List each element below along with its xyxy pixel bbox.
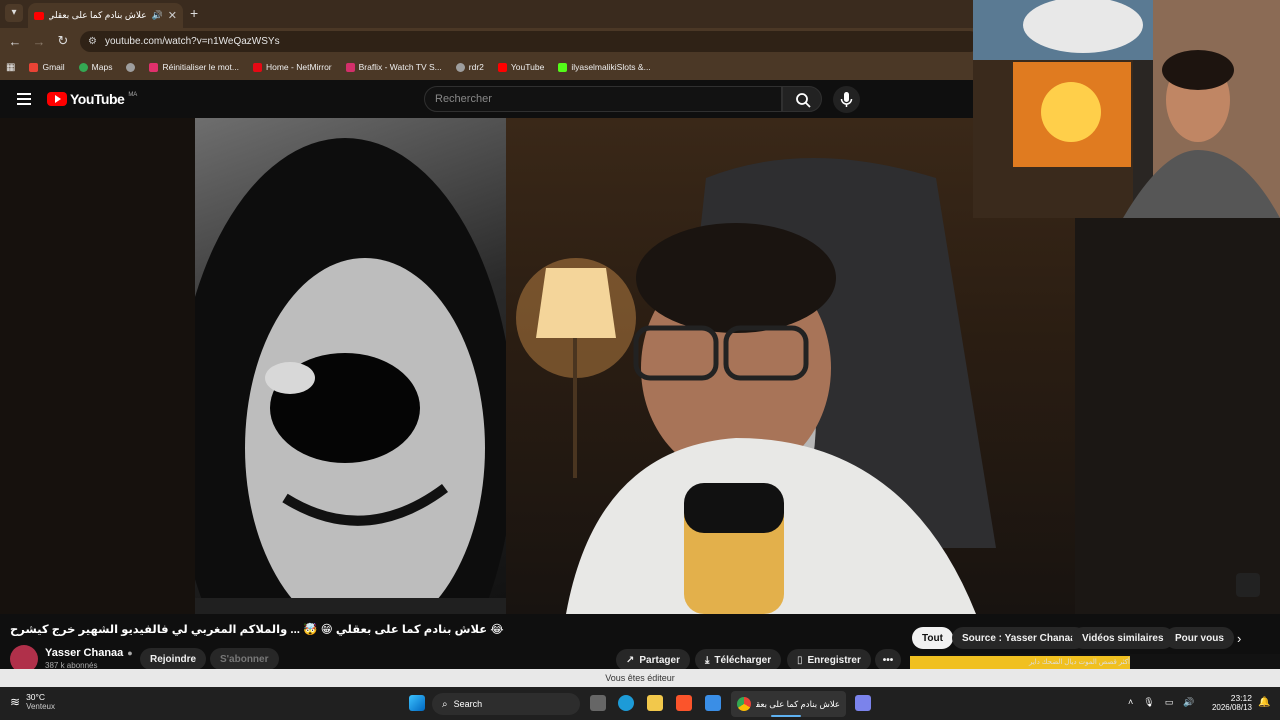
weather-widget[interactable]: ≋ 30°C Venteux (10, 692, 55, 711)
join-button[interactable]: Rejoindre (140, 648, 207, 670)
youtube-favicon-icon (34, 11, 44, 20)
chip-for-you[interactable]: Pour vous (1165, 627, 1234, 649)
reload-button[interactable]: ↻ (51, 33, 75, 49)
bookmark-globe[interactable] (126, 62, 136, 72)
bookmark-instagram[interactable]: Réinitialiser le mot... (149, 62, 239, 72)
netmirror-icon (252, 62, 262, 72)
close-tab-icon[interactable]: ✕ (168, 9, 177, 22)
microphone-icon: 🎙 (1143, 697, 1155, 707)
tab-search-menu-button[interactable]: ▾ (5, 4, 23, 22)
chrome-icon (737, 697, 751, 711)
site-info-icon[interactable]: ⚙ (88, 36, 97, 47)
kick-icon (558, 62, 568, 72)
url-text: youtube.com/watch?v=n1WeQazWSYs (104, 36, 280, 47)
edge-icon[interactable] (618, 695, 634, 711)
brave-icon[interactable] (676, 695, 692, 711)
chevron-up-icon[interactable]: ˄ (1128, 697, 1133, 708)
bookmark-rdr2[interactable]: rdr2 (455, 62, 484, 72)
youtube-icon (497, 62, 507, 72)
search-icon (796, 93, 811, 108)
youtube-play-icon (47, 92, 67, 106)
chip-source[interactable]: Source : Yasser Chanaa (952, 627, 1086, 649)
forward-button[interactable]: → (27, 34, 51, 49)
network-icon: ▭ (1164, 697, 1174, 707)
wind-icon: ≋ (10, 694, 21, 709)
menu-icon[interactable] (17, 93, 31, 105)
globe-icon (126, 62, 136, 72)
bookmark-icon: ▯ (797, 654, 803, 666)
subscribe-button[interactable]: S'abonner (210, 648, 279, 670)
download-button[interactable]: ⤓ Télécharger (695, 649, 782, 671)
volume-icon: 🔊 (1183, 697, 1195, 707)
voice-search-button[interactable] (833, 86, 860, 113)
search-input[interactable]: Rechercher (424, 86, 782, 112)
editor-banner: Vous êtes éditeur (0, 669, 1280, 687)
braflix-icon (345, 62, 355, 72)
apps-grid-icon[interactable]: ▦ (6, 62, 15, 73)
share-button[interactable]: ↗ Partager (616, 649, 690, 671)
webcam-overlay (973, 0, 1280, 218)
windows-taskbar: ≋ 30°C Venteux ⌕ Search علاش بنادم كما ع… (0, 687, 1280, 720)
browser-tab[interactable]: علاش بنادم كما على بعقلي 😂 🔊 ✕ (28, 3, 183, 28)
new-tab-button[interactable]: + (190, 5, 198, 21)
microphone-icon (840, 92, 853, 107)
chips-next-icon[interactable]: › (1237, 631, 1241, 646)
bookmark-gmail[interactable]: Gmail (29, 62, 65, 72)
browser-tab-title: علاش بنادم كما على بعقلي 😂 (49, 10, 147, 20)
channel-name-row[interactable]: Yasser Chanaa ● (45, 647, 133, 659)
bookmark-kick[interactable]: ilyaselmalikiSlots &... (558, 62, 651, 72)
taskbar-search[interactable]: ⌕ Search (432, 693, 580, 715)
notification-icon[interactable]: 🔔 (1258, 697, 1270, 708)
bookmark-youtube[interactable]: YouTube (497, 62, 544, 72)
video-info-icon[interactable] (1236, 573, 1260, 597)
store-icon[interactable] (705, 695, 721, 711)
download-icon: ⤓ (705, 654, 710, 666)
bookmark-braflix[interactable]: Braflix - Watch TV S... (345, 62, 442, 72)
globe-icon (455, 62, 465, 72)
chip-all[interactable]: Tout (912, 627, 953, 649)
search-button[interactable] (782, 86, 822, 112)
gmail-icon (29, 62, 39, 72)
maps-icon (78, 62, 88, 72)
windows-start-icon[interactable] (409, 695, 425, 711)
task-view-icon[interactable] (590, 695, 606, 711)
save-button[interactable]: ▯ Enregistrer (787, 649, 871, 671)
instagram-icon (149, 62, 159, 72)
system-tray[interactable]: ˄ 🎙 ▭ 🔊 (1128, 697, 1194, 708)
teams-icon[interactable] (855, 695, 871, 711)
bookmark-maps[interactable]: Maps (78, 62, 112, 72)
speaker-icon: 🔊 (151, 10, 163, 20)
taskbar-chrome-window[interactable]: علاش بنادم كما على بعقلي (731, 691, 846, 717)
meme-face-image (195, 118, 506, 614)
more-icon: ••• (882, 654, 894, 666)
more-actions-button[interactable]: ••• (875, 649, 901, 671)
bookmark-netmirror[interactable]: Home - NetMirror (252, 62, 332, 72)
recommended-video-preview[interactable]: أكثر قصص الموت ديال الضحك داير (910, 654, 1280, 670)
promo-title: أكثر قصص الموت ديال الضحك داير (1028, 659, 1130, 666)
video-title: 😂 علاش بنادم كما على بعقلي 😁 🤯 ... والمل… (10, 624, 504, 636)
search-icon: ⌕ (442, 698, 448, 710)
verified-icon: ● (127, 648, 133, 658)
clock[interactable]: 23:12 2026/08/13 (1208, 693, 1252, 712)
share-icon: ↗ (626, 654, 635, 666)
channel-name: Yasser Chanaa (45, 647, 124, 659)
chip-similar[interactable]: Vidéos similaires (1072, 627, 1174, 649)
video-dark-background (1075, 218, 1280, 614)
file-explorer-icon[interactable] (647, 695, 663, 711)
back-button[interactable]: ← (3, 34, 27, 49)
address-bar[interactable]: ⚙ youtube.com/watch?v=n1WeQazWSYs (80, 31, 980, 52)
youtube-logo[interactable]: YouTube MA (47, 91, 137, 107)
